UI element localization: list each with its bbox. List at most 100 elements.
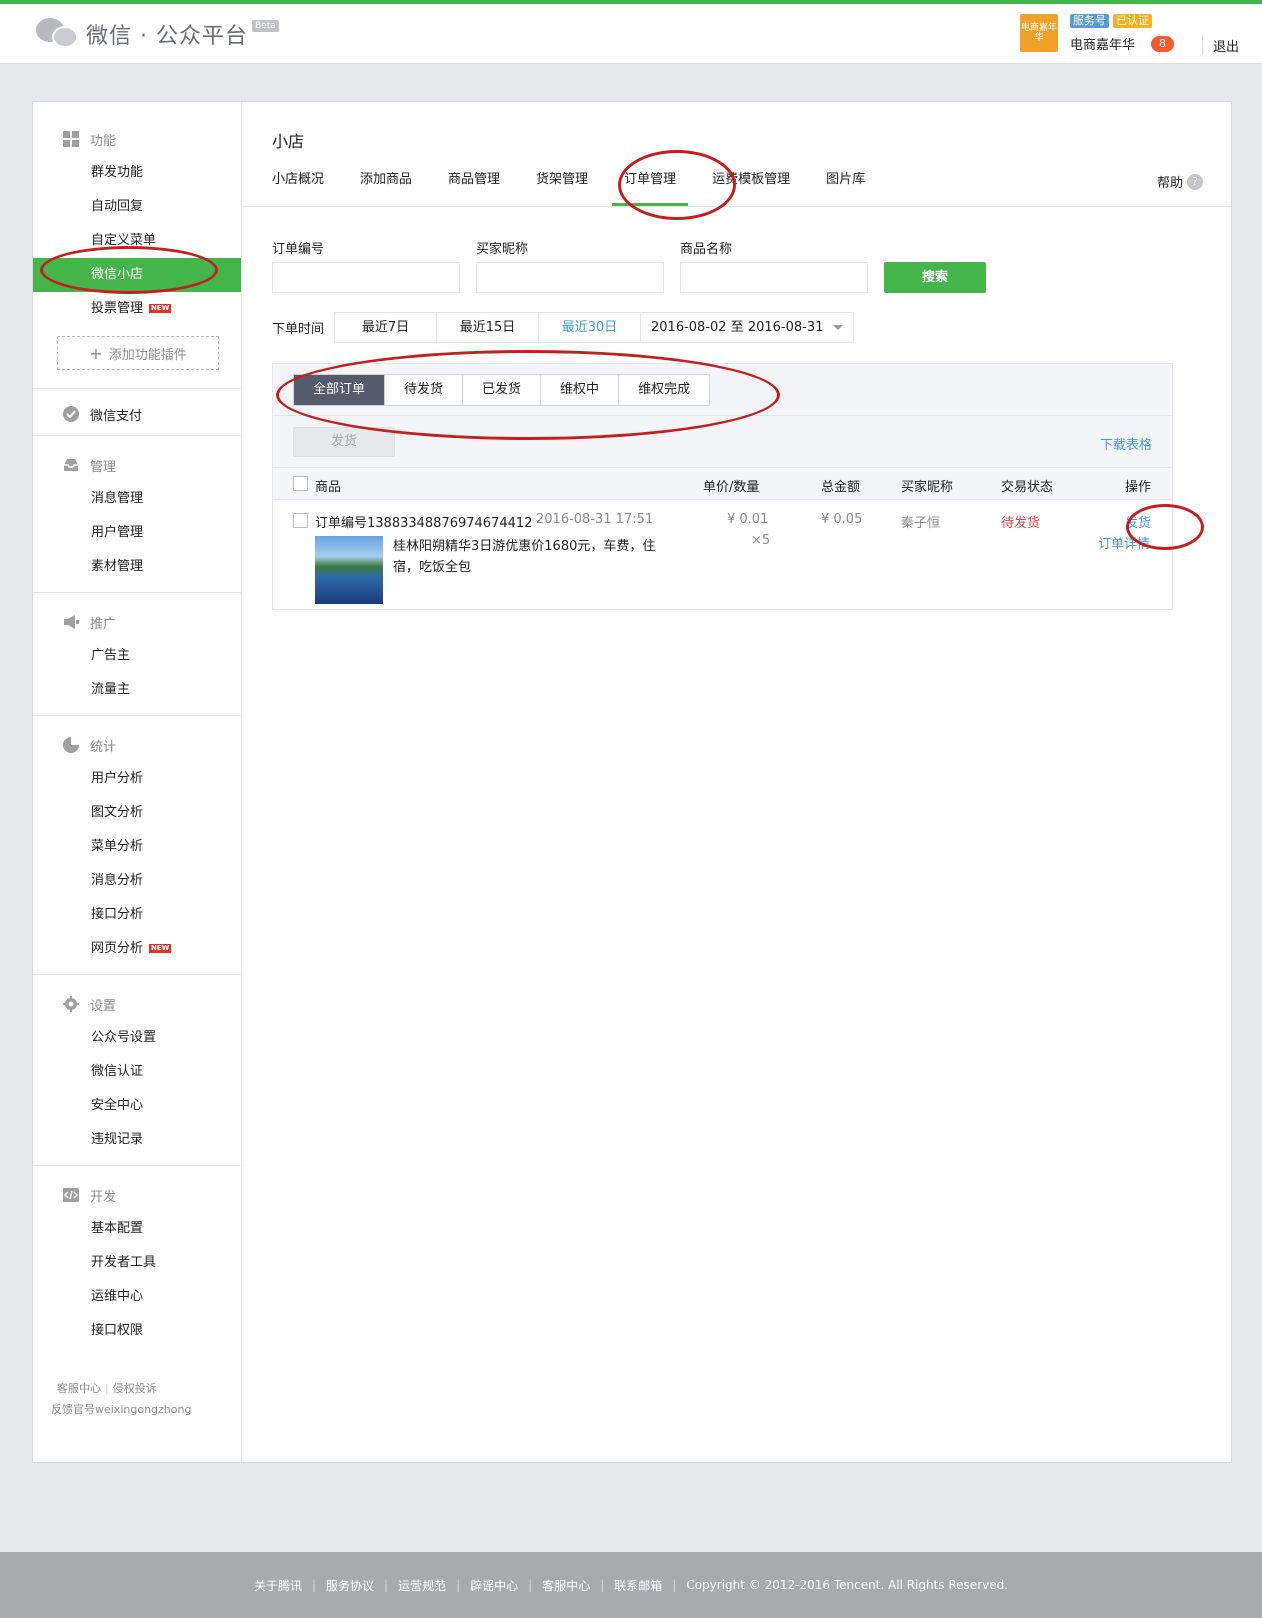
tab-order-manage[interactable]: 订单管理: [612, 166, 689, 206]
order-detail-link[interactable]: 订单详情: [1098, 533, 1150, 552]
content-area: 小店 小店概况 添加商品 商品管理 货架管理 订单管理 运费模板管理 图片库 帮…: [242, 102, 1231, 1462]
nav-head-promote: 推广: [33, 605, 241, 639]
tab-shipping-template[interactable]: 运费模板管理: [712, 166, 790, 206]
sidebar-item-user-analysis[interactable]: 用户分析: [33, 762, 241, 796]
footer-link-rules[interactable]: 运营规范: [398, 1577, 446, 1594]
complaint-link[interactable]: 侵权投诉: [113, 1382, 157, 1395]
product-thumbnail[interactable]: [315, 536, 383, 604]
new-tag: NEW: [149, 304, 172, 313]
order-time: 2016-08-31 17:51: [536, 512, 654, 527]
sidebar-item-message-analysis[interactable]: 消息分析: [33, 864, 241, 898]
product-name[interactable]: 桂林阳朔精华3日游优惠价1680元，车费，住宿，吃饭全包: [393, 536, 673, 578]
download-table-link[interactable]: 下载表格: [1100, 434, 1152, 453]
footer-link-terms[interactable]: 服务协议: [326, 1577, 374, 1594]
buyer-input[interactable]: [476, 262, 664, 293]
sidebar-item-api-analysis[interactable]: 接口分析: [33, 898, 241, 932]
date-range-picker[interactable]: 2016-08-02 至 2016-08-31: [641, 313, 853, 342]
sidebar-item-dev-tools[interactable]: 开发者工具: [33, 1246, 241, 1280]
wechat-logo-icon: [36, 16, 80, 52]
logout-link[interactable]: 退出: [1202, 36, 1239, 55]
nav-group-pay: 微信支付: [33, 389, 241, 436]
sidebar-item-messages[interactable]: 消息管理: [33, 482, 241, 516]
inbox-icon: [63, 457, 79, 473]
quantity: ×5: [751, 533, 771, 548]
sidebar-item-article-analysis[interactable]: 图文分析: [33, 796, 241, 830]
tab-store-overview[interactable]: 小店概况: [272, 166, 324, 206]
col-status: 交易状态: [1001, 480, 1054, 495]
tab-shelf-manage[interactable]: 货架管理: [536, 166, 588, 206]
footer-link-email[interactable]: 联系邮箱: [614, 1577, 662, 1594]
status-tab-shipped[interactable]: 已发货: [463, 375, 542, 405]
account-name[interactable]: 电商嘉年华: [1070, 34, 1135, 53]
last-30-days-button[interactable]: 最近30日: [539, 313, 641, 342]
sidebar-item-ops-center[interactable]: 运维中心: [33, 1280, 241, 1314]
page-title: 小店: [272, 132, 305, 151]
last-15-days-button[interactable]: 最近15日: [437, 313, 539, 342]
logo-text: 微信 · 公众平台: [86, 24, 248, 49]
sidebar-item-auto-reply[interactable]: 自动回复: [33, 190, 241, 224]
row-checkbox[interactable]: [293, 513, 308, 528]
product-name-input[interactable]: [680, 262, 868, 293]
sidebar-item-custom-menu[interactable]: 自定义菜单: [33, 224, 241, 258]
feedback-account: 反馈官号weixingongzhong: [51, 1403, 192, 1416]
avatar[interactable]: 电商嘉年华: [1020, 14, 1058, 52]
status-tab-pending-ship[interactable]: 待发货: [385, 375, 464, 405]
sidebar-item-mass-send[interactable]: 群发功能: [33, 156, 241, 190]
sidebar-item-materials[interactable]: 素材管理: [33, 550, 241, 584]
order-no-input[interactable]: [272, 262, 460, 293]
last-7-days-button[interactable]: 最近7日: [335, 313, 437, 342]
action-bar: 发货 下载表格: [273, 416, 1172, 468]
search-button[interactable]: 搜索: [884, 262, 986, 293]
logo[interactable]: 微信 · 公众平台 Beta: [36, 16, 279, 52]
col-action: 操作: [1125, 480, 1152, 495]
sidebar-item-account-settings[interactable]: 公众号设置: [33, 1021, 241, 1055]
sidebar-item-verification[interactable]: 微信认证: [33, 1055, 241, 1089]
tab-add-product[interactable]: 添加商品: [360, 166, 412, 206]
buyer-label: 买家昵称: [476, 242, 529, 257]
order-number: 订单编号13883348876974674412: [315, 516, 533, 531]
select-all-checkbox[interactable]: [293, 476, 308, 491]
code-icon: [63, 1187, 79, 1203]
status-tab-disputing[interactable]: 维权中: [541, 375, 620, 405]
message-count-badge[interactable]: 8: [1151, 35, 1175, 52]
table-header: 商品 单价/数量 总金额 买家昵称 交易状态 操作: [273, 468, 1172, 500]
sidebar-item-menu-analysis[interactable]: 菜单分析: [33, 830, 241, 864]
main-frame: 功能 群发功能 自动回复 自定义菜单 微信小店 投票管理 NEW + 添加功能插件 …: [32, 101, 1232, 1463]
footer-link-rumor[interactable]: 辟谣中心: [470, 1577, 518, 1594]
sidebar-item-basic-config[interactable]: 基本配置: [33, 1212, 241, 1246]
sidebar-item-wechat-store[interactable]: 微信小店: [33, 258, 241, 292]
tab-product-manage[interactable]: 商品管理: [448, 166, 500, 206]
nav-head-develop: 开发: [33, 1178, 241, 1212]
ship-link[interactable]: 发货: [1125, 512, 1151, 531]
footer: 关于腾讯 | 服务协议 | 运营规范 | 辟谣中心 | 客服中心 | 联系邮箱 | Copy…: [0, 1552, 1262, 1618]
account-info: 电商嘉年华 服务号 已认证 电商嘉年华 8: [1020, 14, 1175, 53]
trade-status: 待发货: [1001, 516, 1041, 531]
sidebar-item-security[interactable]: 安全中心: [33, 1089, 241, 1123]
batch-ship-button[interactable]: 发货: [293, 427, 395, 457]
store-tabs: 小店概况 添加商品 商品管理 货架管理 订单管理 运费模板管理 图片库: [272, 166, 1204, 206]
sidebar-item-web-analysis[interactable]: 网页分析 NEW: [33, 932, 241, 966]
sidebar-item-wechat-pay[interactable]: 微信支付: [33, 397, 241, 431]
sidebar: 功能 群发功能 自动回复 自定义菜单 微信小店 投票管理 NEW + 添加功能插件 …: [33, 102, 242, 1462]
sidebar-footer: 客服中心 | 侵权投诉 反馈官号weixingongzhong: [51, 1378, 191, 1420]
status-tab-all[interactable]: 全部订单: [294, 375, 386, 405]
footer-link-about[interactable]: 关于腾讯: [254, 1577, 302, 1594]
status-tab-dispute-done[interactable]: 维权完成: [619, 375, 710, 405]
sidebar-item-advertiser[interactable]: 广告主: [33, 639, 241, 673]
service-account-badge: 服务号: [1070, 14, 1109, 28]
add-plugin-button[interactable]: + 添加功能插件: [57, 336, 219, 370]
footer-link-service[interactable]: 客服中心: [542, 1577, 590, 1594]
footer-copyright: Copyright © 2012-2016 Tencent. All Right…: [686, 1578, 1009, 1592]
grid-icon: [63, 131, 79, 147]
sidebar-item-vote[interactable]: 投票管理 NEW: [33, 292, 241, 326]
tab-image-library[interactable]: 图片库: [826, 166, 865, 206]
header: 微信 · 公众平台 Beta 电商嘉年华 服务号 已认证 电商嘉年华 8 退出: [0, 4, 1262, 64]
sidebar-item-publisher[interactable]: 流量主: [33, 673, 241, 707]
sidebar-item-api-permissions[interactable]: 接口权限: [33, 1314, 241, 1348]
help-link[interactable]: 帮助 ?: [1157, 172, 1203, 191]
sidebar-item-users[interactable]: 用户管理: [33, 516, 241, 550]
customer-service-link[interactable]: 客服中心: [57, 1382, 101, 1395]
plus-icon: +: [89, 343, 103, 363]
sidebar-item-violations[interactable]: 违规记录: [33, 1123, 241, 1157]
order-status-tabs: 全部订单 待发货 已发货 维权中 维权完成: [293, 374, 711, 406]
